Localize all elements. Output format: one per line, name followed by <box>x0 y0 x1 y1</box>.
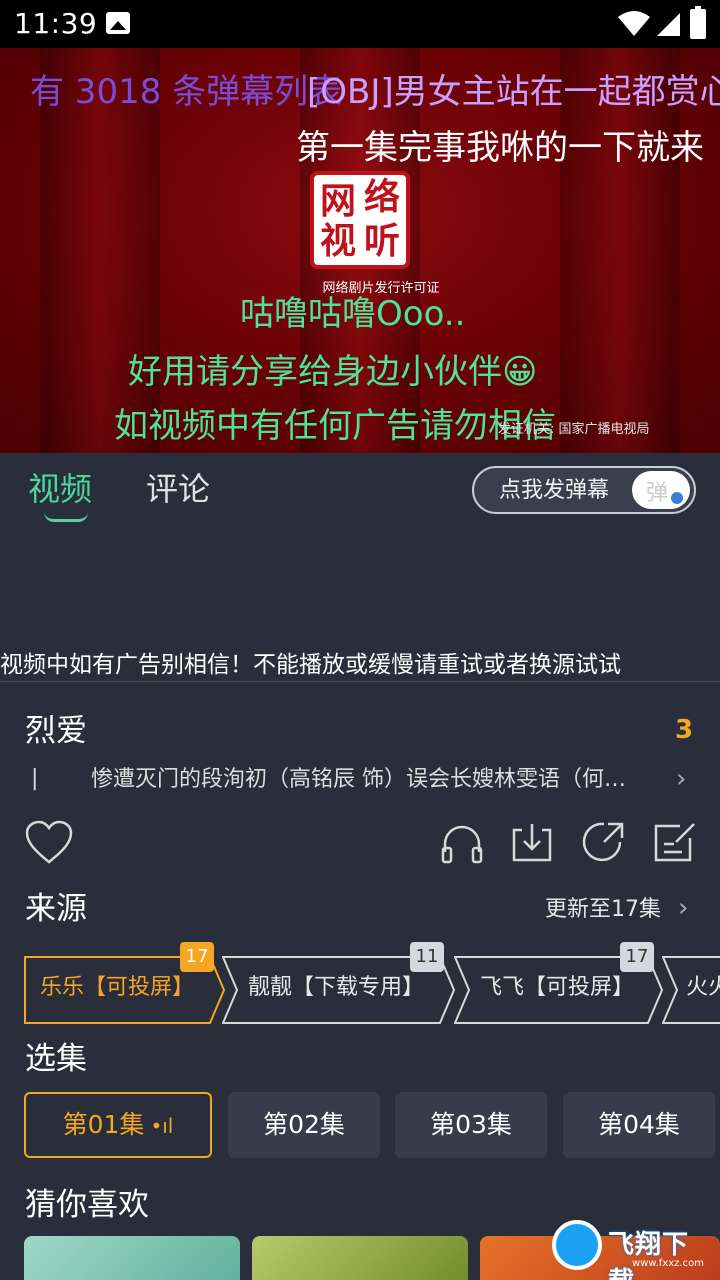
show-title: 烈爱 <box>25 713 87 749</box>
listen-headphone-icon[interactable] <box>440 822 484 864</box>
watermark-logo: 飞翔下载 www.fxxz.com <box>552 1220 712 1280</box>
tab-video[interactable]: 视频 <box>28 467 92 511</box>
source-count-badge: 17 <box>180 942 214 972</box>
source-item[interactable]: 火火 <box>662 956 720 1024</box>
watermark-circle-icon <box>552 1220 602 1270</box>
send-danmaku-button[interactable]: 点我发弹幕 弹 <box>472 466 696 514</box>
episode-label: 第01集 <box>62 1110 145 1139</box>
source-count-badge: 17 <box>620 942 654 972</box>
source-label: 飞飞【可投屏】 <box>480 975 635 1000</box>
download-icon[interactable] <box>510 822 554 864</box>
tab-active-indicator <box>44 512 88 522</box>
danmaku-count: 有 3018 条弹幕列表 <box>30 64 342 113</box>
battery-icon <box>690 6 706 39</box>
episode-label: 第03集 <box>430 1110 512 1139</box>
wifi-icon <box>618 11 650 36</box>
watermark-url: www.fxxz.com <box>632 1258 704 1269</box>
signal-icon <box>657 13 680 36</box>
source-label: 乐乐【可投屏】 <box>40 975 195 1000</box>
rating-badge: 3 <box>675 715 694 745</box>
danmaku-toggle[interactable]: 弹 <box>632 471 690 509</box>
regulator-text: 发证机关: 国家广播电视局 <box>498 422 650 437</box>
toggle-check-icon <box>669 490 685 506</box>
divider <box>0 681 720 682</box>
seal-char: 视 <box>320 220 357 262</box>
danmaku-line: 如视频中有任何广告请勿相信 <box>114 406 556 446</box>
edit-note-icon[interactable] <box>652 820 696 864</box>
episode-button[interactable]: 第02集 <box>228 1092 380 1158</box>
chevron-right-icon[interactable]: › <box>678 893 688 923</box>
tab-comments[interactable]: 评论 <box>146 467 210 511</box>
danmaku-line: 咕噜咕噜Ooo.. <box>240 294 466 334</box>
seal-char: 网 <box>320 180 357 222</box>
episode-button[interactable]: 第01集 •ıl <box>24 1092 212 1158</box>
recommend-thumbnail[interactable] <box>252 1236 468 1280</box>
notice-marquee: 视频中如有广告别相信！不能播放或缓慢请重试或者换源试试 <box>0 652 621 678</box>
recommend-thumbnail[interactable] <box>24 1236 240 1280</box>
seal-char: 听 <box>364 220 401 262</box>
recommend-section-title: 猜你喜欢 <box>25 1187 149 1223</box>
send-danmaku-label: 点我发弹幕 <box>499 478 610 503</box>
source-section-title: 来源 <box>25 891 87 927</box>
danmaku-toggle-glyph: 弹 <box>646 481 669 506</box>
chevron-right-icon[interactable]: › <box>676 764 686 794</box>
episode-button[interactable]: 第03集 <box>395 1092 547 1158</box>
like-heart-icon[interactable] <box>24 820 74 866</box>
seal-char: 络 <box>364 176 401 218</box>
show-description[interactable]: 惨遭灭门的段洵初（高铭辰 饰）误会长嫂林雯语（何… <box>91 764 676 796</box>
playing-indicator-icon: •ıl <box>150 1114 174 1138</box>
video-player[interactable]: 有 3018 条弹幕列表 [OBJ]男女主站在一起都赏心 第一集完事我咻的一下就… <box>0 48 720 453</box>
episode-label: 第04集 <box>598 1110 680 1139</box>
episode-label: 第02集 <box>263 1110 345 1139</box>
danmaku-line: 第一集完事我咻的一下就来 <box>296 128 704 168</box>
description-prefix: | <box>31 766 39 791</box>
update-status[interactable]: 更新至17集 <box>545 894 661 926</box>
status-time: 11:39 <box>14 7 98 40</box>
source-label: 火火 <box>686 975 720 1000</box>
danmaku-text: 有 3018 条弹幕列表 <box>30 72 343 112</box>
status-bar: 11:39 <box>0 0 720 48</box>
danmaku-line: 好用请分享给身边小伙伴😀 <box>128 352 538 392</box>
danmaku-line: [OBJ]男女主站在一起都赏心 <box>307 72 720 112</box>
source-count-badge: 11 <box>410 942 444 972</box>
network-audiovisual-seal-logo: 网 络 视 听 <box>310 171 410 269</box>
source-label: 靓靓【下载专用】 <box>248 975 425 1000</box>
episode-button[interactable]: 第04集 <box>563 1092 715 1158</box>
episodes-section-title: 选集 <box>25 1041 87 1077</box>
share-icon[interactable] <box>582 820 626 864</box>
watermark-text: 飞翔下载 <box>608 1230 690 1280</box>
image-notification-icon <box>106 12 130 34</box>
